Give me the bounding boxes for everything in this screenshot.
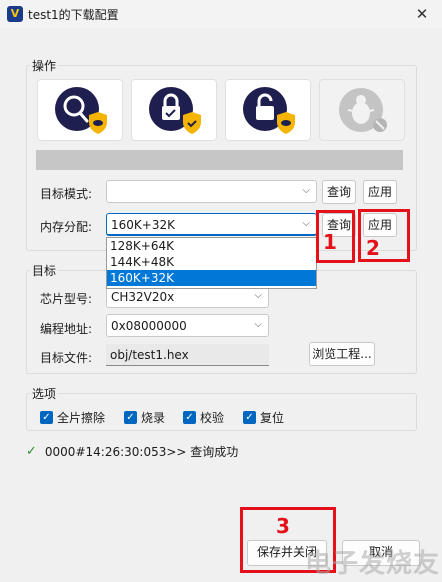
- checkbox-check-icon: ✓: [124, 411, 137, 424]
- operations-label: 操作: [30, 57, 59, 74]
- unlock-shield-icon: [243, 87, 295, 134]
- checkbox-label: 复位: [260, 411, 285, 425]
- close-icon[interactable]: ✕: [402, 0, 442, 28]
- options-label: 选项: [30, 385, 59, 402]
- erase-checkbox[interactable]: ✓ 全片擦除: [40, 409, 105, 426]
- chevron-down-icon: ⌵: [254, 290, 262, 301]
- reset-checkbox[interactable]: ✓ 复位: [243, 409, 284, 426]
- unprotect-chip-button[interactable]: [225, 79, 311, 141]
- bug-disabled-icon: [339, 88, 387, 132]
- memory-value: 160K+32K: [111, 218, 175, 232]
- chevron-down-icon: ⌵: [302, 218, 310, 229]
- checkbox-label: 全片擦除: [57, 411, 106, 425]
- file-field[interactable]: obj/test1.hex: [106, 344, 269, 366]
- chevron-down-icon: ⌵: [302, 185, 310, 196]
- checkmark-icon: ✓: [26, 444, 37, 459]
- browse-button[interactable]: 浏览工程...: [309, 342, 375, 366]
- target-mode-select[interactable]: ⌵: [106, 180, 317, 203]
- checkbox-label: 校验: [200, 411, 225, 425]
- checkbox-check-icon: ✓: [183, 411, 196, 424]
- target-label: 目标: [30, 262, 59, 279]
- memory-select[interactable]: 160K+32K ⌵: [106, 213, 317, 236]
- checkbox-check-icon: ✓: [40, 411, 53, 424]
- address-value: 0x08000000: [111, 319, 187, 333]
- debug-button[interactable]: [319, 79, 405, 141]
- target-mode-label: 目标模式:: [40, 187, 93, 201]
- progress-bar: [36, 150, 403, 170]
- target-mode-query-button[interactable]: 查询: [322, 180, 356, 204]
- chevron-down-icon: ⌵: [254, 319, 262, 330]
- annotation-number-3: 3: [276, 514, 290, 538]
- annotation-number-1: 1: [323, 230, 337, 254]
- memory-option[interactable]: 128K+64K: [107, 238, 316, 254]
- watermark-logo: 电子发烧友: [304, 549, 440, 579]
- chip-label: 芯片型号:: [40, 292, 93, 306]
- memory-dropdown-list: 128K+64K 144K+48K 160K+32K: [106, 237, 317, 289]
- checkbox-check-icon: ✓: [243, 411, 256, 424]
- window-title: test1的下载配置: [28, 8, 119, 22]
- memory-label: 内存分配:: [40, 220, 93, 234]
- protect-chip-button[interactable]: [131, 79, 217, 141]
- checkbox-label: 烧录: [141, 411, 166, 425]
- memory-option-selected[interactable]: 160K+32K: [107, 270, 316, 286]
- annotation-number-2: 2: [366, 236, 380, 260]
- lock-check-shield-icon: [149, 87, 201, 134]
- address-select[interactable]: 0x08000000 ⌵: [106, 314, 269, 337]
- file-label: 目标文件:: [40, 351, 93, 365]
- target-mode-apply-button[interactable]: 应用: [363, 180, 397, 204]
- magnifier-shield-icon: [55, 87, 107, 134]
- address-label: 编程地址:: [40, 322, 93, 336]
- memory-option[interactable]: 144K+48K: [107, 254, 316, 270]
- program-checkbox[interactable]: ✓ 烧录: [124, 409, 165, 426]
- chip-value: CH32V20x: [111, 290, 175, 304]
- app-logo-icon: V: [7, 6, 23, 22]
- verify-checkbox[interactable]: ✓ 校验: [183, 409, 224, 426]
- title-bar: V test1的下载配置 ✕: [0, 0, 442, 28]
- query-chip-button[interactable]: [37, 79, 123, 141]
- status-line: ✓ 0000#14:26:30:053>> 查询成功: [26, 443, 238, 460]
- status-text: 0000#14:26:30:053>> 查询成功: [44, 445, 239, 459]
